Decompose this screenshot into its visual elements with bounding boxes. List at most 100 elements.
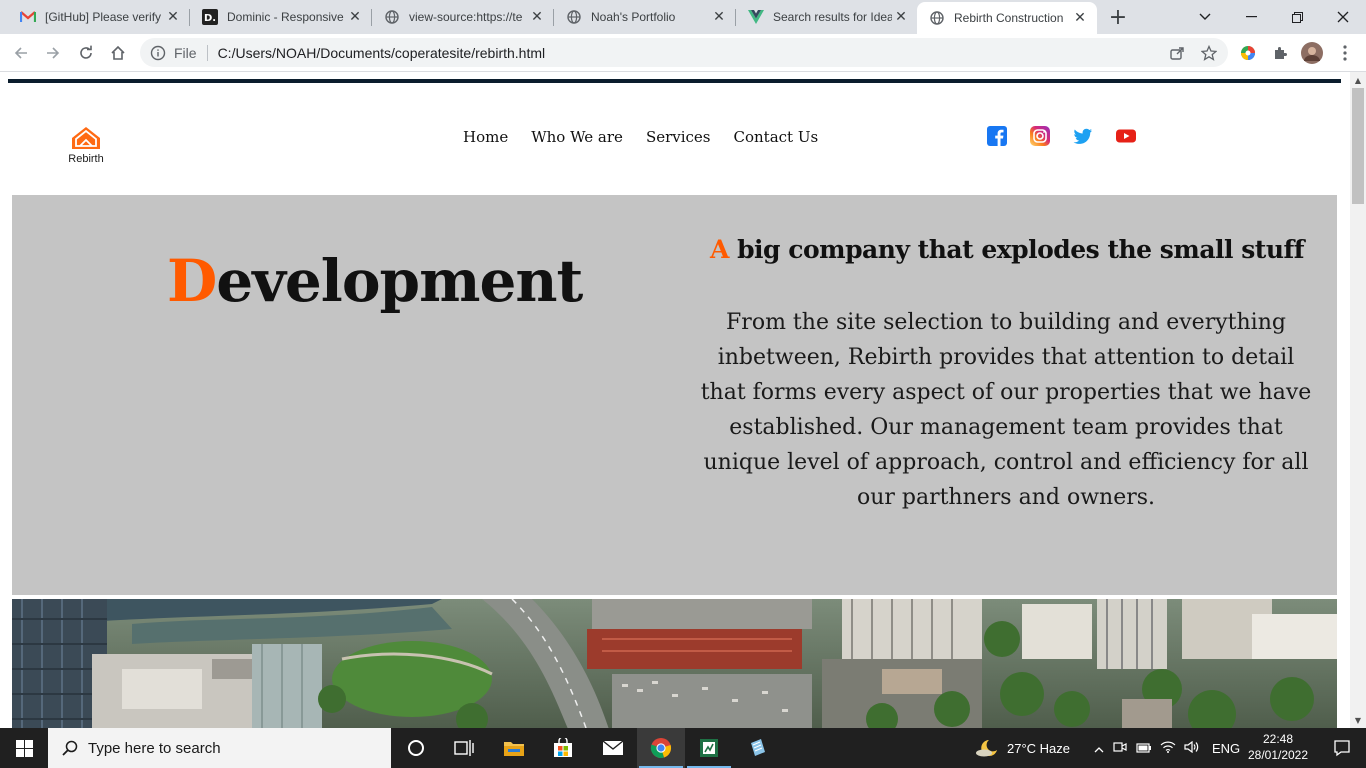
hero-title: Development: [167, 247, 583, 315]
facebook-icon[interactable]: [987, 126, 1007, 146]
globe-icon: [929, 10, 945, 26]
tab-dominic[interactable]: D. Dominic - Responsive ✕: [190, 0, 372, 34]
social-links: [987, 126, 1136, 146]
scroll-up-icon[interactable]: ▲: [1350, 72, 1366, 88]
minimize-icon[interactable]: [1228, 0, 1274, 34]
window-close-icon[interactable]: [1320, 0, 1366, 34]
tab-strip: [GitHub] Please verify ✕ D. Dominic - Re…: [0, 0, 1366, 34]
clock-time: 22:48: [1262, 732, 1294, 746]
info-icon[interactable]: [150, 45, 166, 61]
close-icon[interactable]: ✕: [528, 8, 546, 26]
taskbar-search-box[interactable]: Type here to search: [48, 728, 391, 768]
close-icon[interactable]: ✕: [1071, 9, 1089, 27]
hero-section: Development A big company that explodes …: [12, 195, 1337, 595]
scrollbar-thumb[interactable]: [1352, 88, 1364, 204]
mail-icon[interactable]: [589, 728, 637, 768]
notepad-app-icon[interactable]: [734, 728, 782, 768]
page-scrollbar[interactable]: ▲ ▼: [1350, 72, 1366, 728]
close-icon[interactable]: ✕: [164, 8, 182, 26]
spreadsheet-app-icon[interactable]: [685, 728, 733, 768]
close-icon[interactable]: ✕: [710, 8, 728, 26]
system-tray: ENG: [1090, 728, 1240, 768]
globe-icon: [384, 9, 400, 25]
tab-title: [GitHub] Please verify: [45, 10, 162, 24]
scheme-label: File: [174, 44, 197, 61]
close-icon[interactable]: ✕: [346, 8, 364, 26]
forward-icon[interactable]: [40, 40, 66, 66]
search-placeholder: Type here to search: [88, 739, 221, 757]
restore-icon[interactable]: [1274, 0, 1320, 34]
hero-subtitle-initial: A: [709, 235, 729, 264]
hero-title-rest: evelopment: [216, 247, 583, 315]
house-logo-icon: [72, 127, 100, 149]
file-explorer-icon[interactable]: [490, 728, 538, 768]
tab-view-source[interactable]: view-source:https://te ✕: [372, 0, 554, 34]
notifications-icon[interactable]: [1318, 728, 1366, 768]
youtube-icon[interactable]: [1116, 126, 1136, 146]
hero-title-initial: D: [167, 247, 217, 315]
weather-text: 27°C Haze: [1007, 740, 1071, 756]
reload-icon[interactable]: [73, 40, 99, 66]
task-view-icon[interactable]: [440, 728, 488, 768]
gmail-icon: [20, 9, 36, 25]
tab-search-results[interactable]: Search results for Idea ✕: [736, 0, 918, 34]
tab-title: Noah's Portfolio: [591, 10, 676, 24]
hero-subtitle: A big company that explodes the small st…: [702, 235, 1312, 264]
clock-date: 28/01/2022: [1247, 748, 1309, 762]
twitter-icon[interactable]: [1073, 126, 1093, 146]
search-icon: [62, 740, 78, 756]
battery-icon[interactable]: [1132, 741, 1156, 756]
tab-title: Rebirth Construction: [954, 11, 1064, 25]
hero-subtitle-rest: big company that explodes the small stuf…: [728, 235, 1305, 264]
nav-services[interactable]: Services: [646, 128, 711, 146]
chevron-up-icon[interactable]: [1090, 741, 1108, 756]
wifi-icon[interactable]: [1156, 741, 1180, 756]
site-header: Rebirth Home Who We are Services Contact…: [8, 83, 1341, 195]
tab-portfolio[interactable]: Noah's Portfolio ✕: [554, 0, 736, 34]
main-nav: Home Who We are Services Contact Us: [463, 128, 818, 146]
meet-now-icon[interactable]: [1108, 741, 1132, 756]
back-icon[interactable]: [8, 40, 34, 66]
nav-who-we-are[interactable]: Who We are: [531, 128, 623, 146]
tab-rebirth-active[interactable]: Rebirth Construction ✕: [917, 2, 1097, 34]
tab-github[interactable]: [GitHub] Please verify ✕: [8, 0, 190, 34]
menu-kebab-icon[interactable]: [1332, 40, 1358, 66]
profile-avatar[interactable]: [1299, 40, 1325, 66]
dev-icon: D.: [202, 9, 218, 25]
logo-text: Rebirth: [68, 153, 104, 165]
hero-body-text: From the site selection to building and …: [700, 310, 1312, 510]
tab-title: view-source:https://te: [409, 10, 523, 24]
microsoft-store-icon[interactable]: [539, 728, 587, 768]
scroll-down-icon[interactable]: ▼: [1350, 712, 1366, 728]
color-picker-extension-icon[interactable]: [1235, 40, 1261, 66]
bookmark-star-icon[interactable]: [1196, 40, 1222, 66]
tab-title: Dominic - Responsive: [227, 10, 344, 24]
nav-contact-us[interactable]: Contact Us: [734, 128, 819, 146]
close-icon[interactable]: ✕: [892, 8, 910, 26]
cortana-icon[interactable]: [392, 728, 440, 768]
tab-search-icon[interactable]: [1182, 0, 1228, 34]
windows-start-icon[interactable]: [0, 728, 48, 768]
home-icon[interactable]: [105, 40, 131, 66]
windows-taskbar: Type here to search 27°C Haze ENG 22:48 …: [0, 728, 1366, 768]
extensions-puzzle-icon[interactable]: [1267, 40, 1293, 66]
aerial-image: [12, 599, 1337, 728]
share-icon[interactable]: [1164, 40, 1190, 66]
nav-home[interactable]: Home: [463, 128, 508, 146]
new-tab-button[interactable]: +: [1106, 5, 1130, 30]
chrome-taskbar-icon[interactable]: [637, 728, 685, 768]
tab-title: Search results for Idea: [773, 10, 892, 24]
browser-toolbar: File C:/Users/NOAH/Documents/coperatesit…: [0, 34, 1366, 72]
weather-widget[interactable]: 27°C Haze: [975, 728, 1070, 768]
address-bar[interactable]: File C:/Users/NOAH/Documents/coperatesit…: [140, 38, 1228, 67]
volume-icon[interactable]: [1180, 740, 1204, 756]
taskbar-clock[interactable]: 22:48 28/01/2022: [1236, 731, 1320, 763]
url-text[interactable]: C:/Users/NOAH/Documents/coperatesite/reb…: [218, 45, 1164, 61]
vue-icon: [748, 9, 764, 25]
weather-moon-icon: [976, 740, 997, 757]
rebirth-logo[interactable]: Rebirth: [58, 123, 114, 167]
page-viewport: Rebirth Home Who We are Services Contact…: [0, 72, 1350, 728]
city-aerial-photo: [12, 599, 1337, 728]
globe-icon: [566, 9, 582, 25]
instagram-icon[interactable]: [1030, 126, 1050, 146]
